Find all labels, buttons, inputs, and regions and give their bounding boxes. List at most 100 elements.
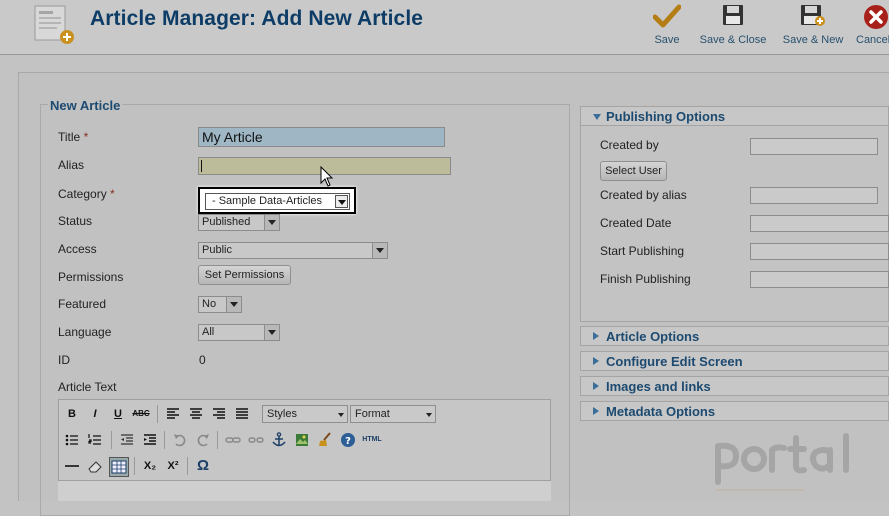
access-value: Public	[202, 244, 232, 256]
watermark-logo	[715, 433, 849, 491]
floppy-disk-icon	[723, 5, 743, 25]
cleanup-broom-icon[interactable]	[316, 431, 334, 449]
mouse-pointer-icon	[320, 166, 334, 187]
styles-dropdown[interactable]: Styles	[262, 405, 348, 423]
chevron-down-icon	[426, 413, 432, 417]
status-select[interactable]: Published	[198, 214, 280, 231]
configure-edit-screen-header[interactable]: Configure Edit Screen	[580, 351, 889, 371]
access-label: Access	[58, 242, 97, 256]
save-button[interactable]: Save	[648, 4, 686, 48]
triangle-right-icon	[593, 357, 599, 365]
id-label: ID	[58, 353, 70, 367]
table-icon[interactable]	[109, 457, 129, 477]
toolbar-separator	[134, 457, 135, 475]
access-select[interactable]: Public	[198, 242, 388, 259]
format-dropdown[interactable]: Format	[350, 405, 436, 423]
help-icon[interactable]: ?	[339, 431, 357, 449]
permissions-label: Permissions	[58, 270, 124, 284]
redo-icon[interactable]	[194, 431, 212, 449]
cancel-icon	[864, 5, 888, 29]
special-character-button[interactable]: Ω	[194, 457, 212, 475]
header-bar: Article Manager: Add New Article Save Sa…	[0, 0, 889, 55]
cancel-label: Cancel	[856, 34, 889, 46]
toolbar-separator	[157, 405, 158, 423]
metadata-options-header[interactable]: Metadata Options	[580, 401, 889, 421]
align-center-icon[interactable]	[187, 405, 205, 423]
triangle-down-icon	[593, 114, 601, 120]
status-label: Status	[58, 214, 93, 228]
page-title: Article Manager: Add New Article	[90, 7, 424, 30]
strikethrough-button[interactable]: ABC	[132, 405, 150, 423]
category-value: - Sample Data-Articles	[212, 195, 323, 207]
created-by-alias-input[interactable]	[750, 187, 878, 204]
outdent-icon[interactable]	[118, 431, 136, 449]
fieldset-legend: New Article	[48, 98, 123, 113]
numbered-list-icon[interactable]	[86, 431, 104, 449]
status-value: Published	[202, 216, 251, 228]
text-caret	[201, 160, 202, 172]
images-links-title: Images and links	[606, 379, 711, 394]
configure-edit-screen-title: Configure Edit Screen	[606, 354, 743, 369]
featured-value: No	[202, 298, 217, 310]
save-close-button[interactable]: Save & Close	[697, 4, 769, 48]
created-by-input[interactable]	[750, 138, 878, 155]
triangle-right-icon	[593, 407, 599, 415]
checkmark-icon	[653, 4, 681, 28]
id-value: 0	[199, 353, 206, 367]
publishing-options-header[interactable]: Publishing Options	[580, 106, 889, 126]
title-input[interactable]: My Article	[198, 127, 445, 147]
start-publishing-input[interactable]	[750, 243, 889, 260]
featured-select[interactable]: No	[198, 296, 242, 313]
save-new-label: Save & New	[782, 34, 844, 46]
html-source-button[interactable]: HTML	[361, 431, 383, 449]
images-links-header[interactable]: Images and links	[580, 376, 889, 396]
toolbar-separator	[217, 431, 218, 449]
editor-content-area[interactable]	[58, 480, 551, 501]
select-user-button[interactable]: Select User	[600, 161, 667, 181]
bullet-list-icon[interactable]	[63, 431, 81, 449]
article-add-icon	[34, 5, 74, 44]
save-new-button[interactable]: Save & New	[779, 4, 847, 48]
align-right-icon[interactable]	[210, 405, 228, 423]
category-highlight: - Sample Data-Articles	[198, 187, 356, 214]
toolbar-separator	[187, 457, 188, 475]
undo-icon[interactable]	[171, 431, 189, 449]
align-left-icon[interactable]	[164, 405, 182, 423]
unlink-icon[interactable]	[247, 431, 265, 449]
cancel-button[interactable]: Cancel	[856, 4, 889, 48]
floppy-disk-new-icon	[801, 5, 825, 26]
italic-button[interactable]: I	[86, 405, 104, 423]
created-by-alias-label: Created by alias	[600, 188, 687, 202]
start-publishing-label: Start Publishing	[600, 244, 685, 258]
publishing-options-title: Publishing Options	[606, 109, 726, 124]
chevron-down-icon[interactable]	[264, 325, 279, 340]
set-permissions-button[interactable]: Set Permissions	[198, 265, 291, 285]
link-icon[interactable]	[224, 431, 242, 449]
indent-icon[interactable]	[141, 431, 159, 449]
align-justify-icon[interactable]	[233, 405, 251, 423]
featured-label: Featured	[58, 297, 107, 311]
chevron-down-icon[interactable]	[372, 243, 387, 258]
chevron-down-icon[interactable]	[264, 215, 279, 230]
subscript-button[interactable]: X₂	[141, 457, 159, 475]
category-select[interactable]: - Sample Data-Articles	[205, 193, 350, 210]
finish-publishing-label: Finish Publishing	[600, 272, 691, 286]
bold-button[interactable]: B	[63, 405, 81, 423]
anchor-icon[interactable]	[270, 431, 288, 449]
eraser-icon[interactable]	[86, 457, 104, 475]
svg-text:?: ?	[345, 436, 351, 447]
chevron-down-icon[interactable]	[226, 297, 241, 312]
triangle-right-icon	[593, 382, 599, 390]
created-date-input[interactable]	[750, 215, 889, 232]
image-icon[interactable]	[293, 431, 311, 449]
language-select[interactable]: All	[198, 324, 280, 341]
underline-button[interactable]: U	[109, 405, 127, 423]
category-label: Category *	[58, 187, 115, 201]
chevron-down-icon	[338, 413, 344, 417]
chevron-down-icon[interactable]	[335, 195, 348, 208]
horizontal-rule-icon[interactable]	[63, 457, 81, 475]
article-options-header[interactable]: Article Options	[580, 326, 889, 346]
superscript-button[interactable]: X²	[164, 457, 182, 475]
article-text-label: Article Text	[58, 380, 117, 394]
finish-publishing-input[interactable]	[750, 271, 889, 288]
